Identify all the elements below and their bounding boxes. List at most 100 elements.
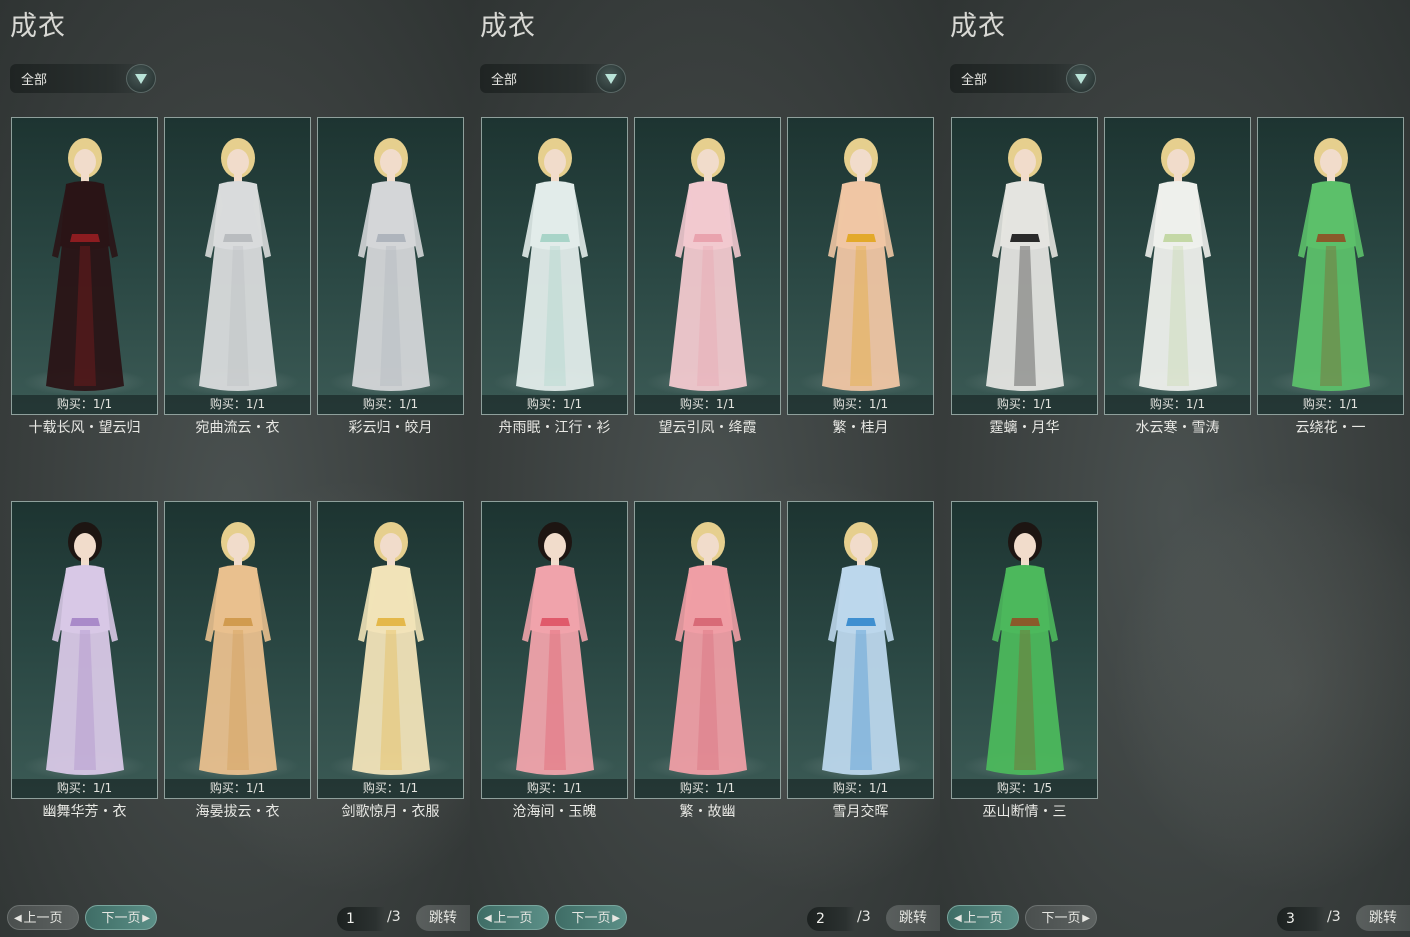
arrow-left-icon: ◀ — [484, 913, 492, 924]
outfit-figure-icon — [46, 138, 124, 391]
purchase-limit-label: 购买：1/1 — [165, 395, 310, 414]
page-title: 成衣 — [10, 11, 66, 42]
chevron-down-icon[interactable] — [1066, 64, 1096, 93]
purchase-limit-label: 购买：1/1 — [318, 779, 463, 798]
jump-button[interactable]: 跳转 — [1356, 905, 1410, 931]
outfit-card[interactable]: 购买：1/1 — [634, 117, 781, 415]
next-page-button[interactable]: 下一页 ▶ — [85, 905, 157, 930]
purchase-limit-label: 购买：1/1 — [12, 395, 157, 414]
outfit-figure-icon — [516, 522, 594, 775]
outfit-figure-icon — [199, 522, 277, 775]
purchase-limit-label: 购买：1/1 — [12, 779, 157, 798]
outfit-panel: 成衣 全部 购买：1/1 十载长风・望云归 购买：1/1 宛曲流云・衣 购买：1/1 彩云归・… — [0, 0, 470, 937]
outfit-card[interactable]: 购买：1/1 — [787, 117, 934, 415]
outfit-card[interactable]: 购买：1/1 — [317, 117, 464, 415]
page-number-input[interactable]: 3 — [1277, 907, 1325, 931]
outfit-card[interactable]: 购买：1/1 — [481, 501, 628, 799]
outfit-figure-icon — [1139, 138, 1217, 391]
outfit-figure-icon — [669, 522, 747, 775]
background-decoration — [1110, 477, 1410, 897]
outfit-figure-icon — [986, 138, 1064, 391]
outfit-name: 海晏拔云・衣 — [195, 804, 280, 820]
page-total-label: /3 — [857, 909, 871, 925]
purchase-limit-label: 购买：1/1 — [1105, 395, 1250, 414]
purchase-limit-label: 购买：1/1 — [788, 395, 933, 414]
outfit-name: 宛曲流云・衣 — [195, 420, 280, 436]
outfit-figure-icon — [352, 138, 430, 391]
jump-button[interactable]: 跳转 — [416, 905, 470, 931]
outfit-name: 沧海间・玉魄 — [512, 804, 597, 820]
outfit-name: 幽舞华芳・衣 — [42, 804, 127, 820]
arrow-right-icon: ▶ — [142, 913, 150, 924]
outfit-card[interactable]: 购买：1/1 — [164, 117, 311, 415]
outfit-card[interactable]: 购买：1/1 — [951, 117, 1098, 415]
arrow-left-icon: ◀ — [14, 913, 22, 924]
category-filter-dropdown[interactable]: 全部 — [10, 64, 156, 93]
outfit-figure-icon — [1292, 138, 1370, 391]
prev-page-label: 上一页 — [493, 911, 533, 926]
purchase-limit-label: 购买：1/1 — [482, 779, 627, 798]
page-number-input[interactable]: 2 — [807, 907, 855, 931]
page-number-input[interactable]: 1 — [337, 907, 385, 931]
purchase-limit-label: 购买：1/1 — [635, 395, 780, 414]
outfit-name: 繁・故幽 — [679, 804, 736, 820]
outfit-name: 云绕花・一 — [1295, 420, 1366, 436]
prev-page-button[interactable]: ◀ 上一页 — [7, 905, 79, 930]
outfit-figure-icon — [669, 138, 747, 391]
prev-page-button[interactable]: ◀ 上一页 — [477, 905, 549, 930]
outfit-name: 水云寒・雪涛 — [1135, 420, 1220, 436]
outfit-figure-icon — [516, 138, 594, 391]
outfit-card[interactable]: 购买：1/1 — [164, 501, 311, 799]
chevron-down-icon[interactable] — [126, 64, 156, 93]
outfit-card[interactable]: 购买：1/1 — [317, 501, 464, 799]
chevron-down-icon[interactable] — [596, 64, 626, 93]
outfit-panel: 成衣 全部 购买：1/1 舟雨眠・江行・衫 购买：1/1 望云引凤・绛霞 购买：1/1 繁・桂… — [470, 0, 940, 937]
outfit-name: 繁・桂月 — [832, 420, 889, 436]
page-total-label: /3 — [387, 909, 401, 925]
outfit-name: 巫山断情・三 — [982, 804, 1067, 820]
outfit-figure-icon — [986, 522, 1064, 775]
arrow-left-icon: ◀ — [954, 913, 962, 924]
outfit-name: 霆螭・月华 — [989, 420, 1060, 436]
category-filter-dropdown[interactable]: 全部 — [950, 64, 1096, 93]
outfit-name: 剑歌惊月・衣服 — [341, 804, 440, 820]
purchase-limit-label: 购买：1/1 — [952, 395, 1097, 414]
outfit-card[interactable]: 购买：1/1 — [1257, 117, 1404, 415]
arrow-right-icon: ▶ — [612, 913, 620, 924]
outfit-figure-icon — [822, 522, 900, 775]
outfit-card[interactable]: 购买：1/1 — [11, 117, 158, 415]
page-title: 成衣 — [950, 11, 1006, 42]
prev-page-button[interactable]: ◀ 上一页 — [947, 905, 1019, 930]
purchase-limit-label: 购买：1/1 — [1258, 395, 1403, 414]
outfit-name: 十载长风・望云归 — [28, 420, 141, 436]
outfit-name: 舟雨眠・江行・衫 — [498, 420, 611, 436]
purchase-limit-label: 购买：1/1 — [482, 395, 627, 414]
outfit-name: 雪月交晖 — [832, 804, 889, 820]
purchase-limit-label: 购买：1/1 — [165, 779, 310, 798]
jump-button[interactable]: 跳转 — [886, 905, 940, 931]
arrow-right-icon: ▶ — [1082, 913, 1090, 924]
filter-selected-label: 全部 — [21, 73, 48, 88]
outfit-card[interactable]: 购买：1/5 — [951, 501, 1098, 799]
outfit-name: 望云引凤・绛霞 — [658, 420, 757, 436]
category-filter-dropdown[interactable]: 全部 — [480, 64, 626, 93]
next-page-label: 下一页 — [101, 911, 141, 926]
next-page-label: 下一页 — [571, 911, 611, 926]
outfit-card[interactable]: 购买：1/1 — [481, 117, 628, 415]
next-page-button[interactable]: 下一页 ▶ — [555, 905, 627, 930]
page-total-label: /3 — [1327, 909, 1341, 925]
outfit-card[interactable]: 购买：1/1 — [1104, 117, 1251, 415]
outfit-figure-icon — [822, 138, 900, 391]
next-page-button[interactable]: 下一页 ▶ — [1025, 905, 1097, 930]
page-title: 成衣 — [480, 11, 536, 42]
outfit-name: 彩云归・皎月 — [348, 420, 433, 436]
outfit-figure-icon — [199, 138, 277, 391]
outfit-card[interactable]: 购买：1/1 — [787, 501, 934, 799]
next-page-label: 下一页 — [1041, 911, 1081, 926]
outfit-figure-icon — [352, 522, 430, 775]
prev-page-label: 上一页 — [963, 911, 1003, 926]
filter-selected-label: 全部 — [491, 73, 518, 88]
purchase-limit-label: 购买：1/1 — [635, 779, 780, 798]
outfit-card[interactable]: 购买：1/1 — [634, 501, 781, 799]
outfit-card[interactable]: 购买：1/1 — [11, 501, 158, 799]
